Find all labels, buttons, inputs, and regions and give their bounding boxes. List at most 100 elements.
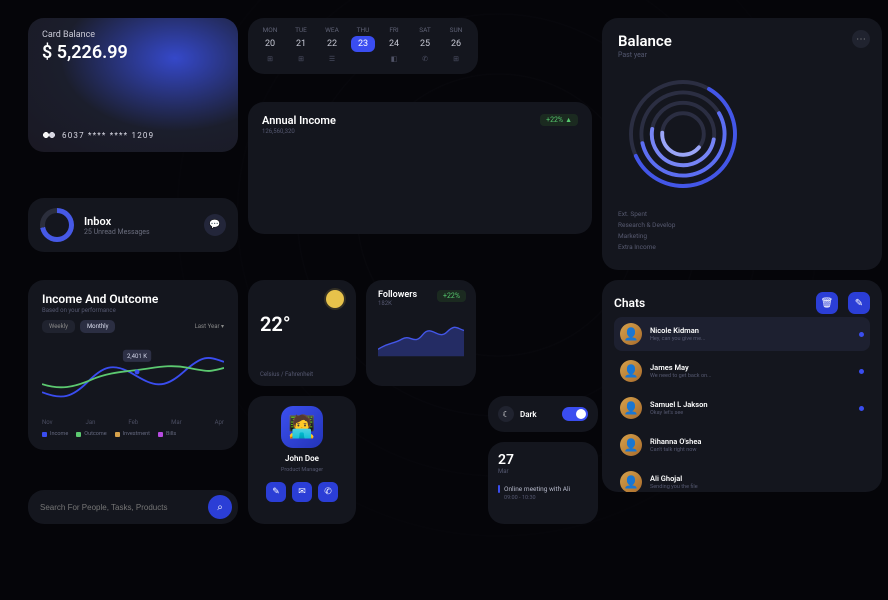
moon-icon: ☾: [498, 406, 514, 422]
io-tooltip: 2,401 K: [127, 353, 147, 360]
avatar-icon: 👤: [620, 397, 642, 419]
avatar-icon: 👤: [620, 323, 642, 345]
chat-item[interactable]: 👤 Rihanna O'sheaCan't talk right now: [614, 428, 870, 462]
calendar-dates[interactable]: 20 21 22 23 24 25 26: [258, 34, 468, 52]
unread-dot: [859, 406, 864, 411]
cal-weekday: WEA: [320, 26, 344, 34]
card-balance[interactable]: Card Balance $ 5,226.99 6037 **** **** 1…: [28, 18, 238, 152]
followers-pct: +22%: [437, 290, 466, 302]
io-subtitle: Based on your performance: [42, 307, 224, 314]
temperature: 22°: [260, 312, 344, 336]
edit-icon[interactable]: ✎: [266, 482, 286, 502]
cal-date[interactable]: 24: [382, 39, 406, 49]
unread-dot: [859, 369, 864, 374]
io-title: Income And Outcome: [42, 292, 224, 306]
annual-bars: [262, 143, 578, 223]
card-balance-label: Card Balance: [42, 30, 224, 40]
cal-date[interactable]: 23: [351, 36, 375, 52]
cal-icon: [351, 55, 375, 63]
inbox-progress-ring: [40, 208, 74, 242]
chat-preview: We need to get back on...: [650, 373, 711, 379]
search-input[interactable]: [40, 503, 208, 512]
annual-income-card: Annual Income 126,560,320 +22% ▲: [248, 102, 592, 234]
io-line-chart: 2,401 K: [42, 339, 224, 415]
cal-date[interactable]: 22: [320, 39, 344, 49]
followers-card: Followers 182K +22%: [366, 280, 476, 386]
chat-name: Nicole Kidman: [650, 326, 705, 335]
profile-card: 🧑‍💻 John Doe Product Manager ✎ ✉ ✆: [248, 396, 356, 524]
cal-icon: ⊞: [258, 55, 282, 63]
message-icon[interactable]: ✉: [292, 482, 312, 502]
profile-name: John Doe: [285, 454, 319, 463]
annual-pct-badge: +22% ▲: [540, 114, 578, 126]
chat-preview: Sending you the file: [650, 484, 698, 490]
weather-unit-toggle[interactable]: Celsius / Fahrenheit: [260, 371, 344, 378]
balance-subtitle: Past year: [618, 51, 866, 59]
unread-dot: [859, 332, 864, 337]
cal-date[interactable]: 26: [444, 39, 468, 49]
seg-monthly[interactable]: Monthly: [80, 320, 116, 333]
cal-icon: ⊞: [289, 55, 313, 63]
chat-name: Samuel L Jakson: [650, 400, 708, 409]
avatar-icon: 👤: [620, 471, 642, 492]
cal-icon: ◧: [382, 55, 406, 63]
inbox-card[interactable]: Inbox 25 Unread Messages 💬: [28, 198, 238, 252]
cal-weekday: TUE: [289, 26, 313, 34]
avatar[interactable]: 🧑‍💻: [281, 406, 323, 448]
chat-item[interactable]: 👤 Samuel L JaksonOkay let's see: [614, 391, 870, 425]
search-icon[interactable]: ⌕: [208, 495, 232, 519]
compose-icon[interactable]: ✎: [848, 292, 870, 314]
io-legend: IncomeOutcomeInvestmentBills: [42, 431, 224, 437]
seg-weekly[interactable]: Weekly: [42, 320, 75, 333]
chat-preview: Hey, can you give me...: [650, 336, 705, 342]
annual-subtitle: 126,560,320: [262, 128, 336, 135]
chats-title: Chats: [614, 296, 645, 310]
chat-item[interactable]: 👤 Ali GhojalSending you the file: [614, 465, 870, 492]
profile-role: Product Manager: [281, 467, 323, 473]
cal-date[interactable]: 20: [258, 39, 282, 49]
annual-title: Annual Income: [262, 114, 336, 127]
inbox-title: Inbox: [84, 215, 150, 228]
calendar[interactable]: MONTUEWEATHUFRISATSUN 20212223242526 ⊞ ⊞…: [248, 18, 478, 74]
cal-weekday: SUN: [444, 26, 468, 34]
io-xaxis: NovJanFebMarApr: [42, 419, 224, 426]
more-icon[interactable]: ⋯: [852, 30, 870, 48]
balance-card: ⋯ Balance Past year Ext. SpentResearch &…: [602, 18, 882, 270]
chat-name: Rihanna O'shea: [650, 437, 701, 446]
date-month: Mar: [498, 468, 588, 475]
card-balance-amount: $ 5,226.99: [42, 42, 224, 63]
chat-list: 👤 Nicole KidmanHey, can you give me... 👤 Ja…: [614, 317, 870, 492]
balance-radial-chart: [618, 69, 748, 199]
search-bar[interactable]: ⌕: [28, 490, 238, 524]
cal-icon: ☰: [320, 55, 344, 63]
cal-date[interactable]: 21: [289, 39, 313, 49]
chat-item[interactable]: 👤 Nicole KidmanHey, can you give me...: [614, 317, 870, 351]
range-dropdown[interactable]: Last Year ▾: [195, 323, 224, 330]
chat-preview: Can't talk right now: [650, 447, 701, 453]
inbox-subtitle: 25 Unread Messages: [84, 228, 150, 236]
balance-title: Balance: [618, 32, 866, 50]
weather-card[interactable]: 22° Celsius / Fahrenheit: [248, 280, 356, 386]
delete-icon[interactable]: 🗑: [816, 292, 838, 314]
avatar-icon: 👤: [620, 360, 642, 382]
chat-icon[interactable]: 💬: [204, 214, 226, 236]
date-event: Online meeting with Ali: [498, 485, 588, 493]
balance-legend: Ext. SpentResearch & DevelopMarketingExt…: [618, 209, 866, 253]
theme-toggle[interactable]: [562, 407, 588, 421]
cal-date[interactable]: 25: [413, 39, 437, 49]
theme-card: ☾ Dark: [488, 396, 598, 432]
avatar-icon: 👤: [620, 434, 642, 456]
chat-item[interactable]: 👤 James MayWe need to get back on...: [614, 354, 870, 388]
sun-icon: [326, 290, 344, 308]
date-time: 09:00 - 10:30: [498, 495, 588, 501]
mastercard-icon: [42, 130, 56, 140]
call-icon[interactable]: ✆: [318, 482, 338, 502]
chat-name: James May: [650, 363, 711, 372]
theme-label: Dark: [520, 410, 537, 419]
calendar-weekdays: MONTUEWEATHUFRISATSUN: [258, 26, 468, 34]
chat-preview: Okay let's see: [650, 410, 708, 416]
date-card[interactable]: 27 Mar Online meeting with Ali 09:00 - 1…: [488, 442, 598, 524]
cal-weekday: FRI: [382, 26, 406, 34]
cal-weekday: SAT: [413, 26, 437, 34]
chat-name: Ali Ghojal: [650, 474, 698, 483]
